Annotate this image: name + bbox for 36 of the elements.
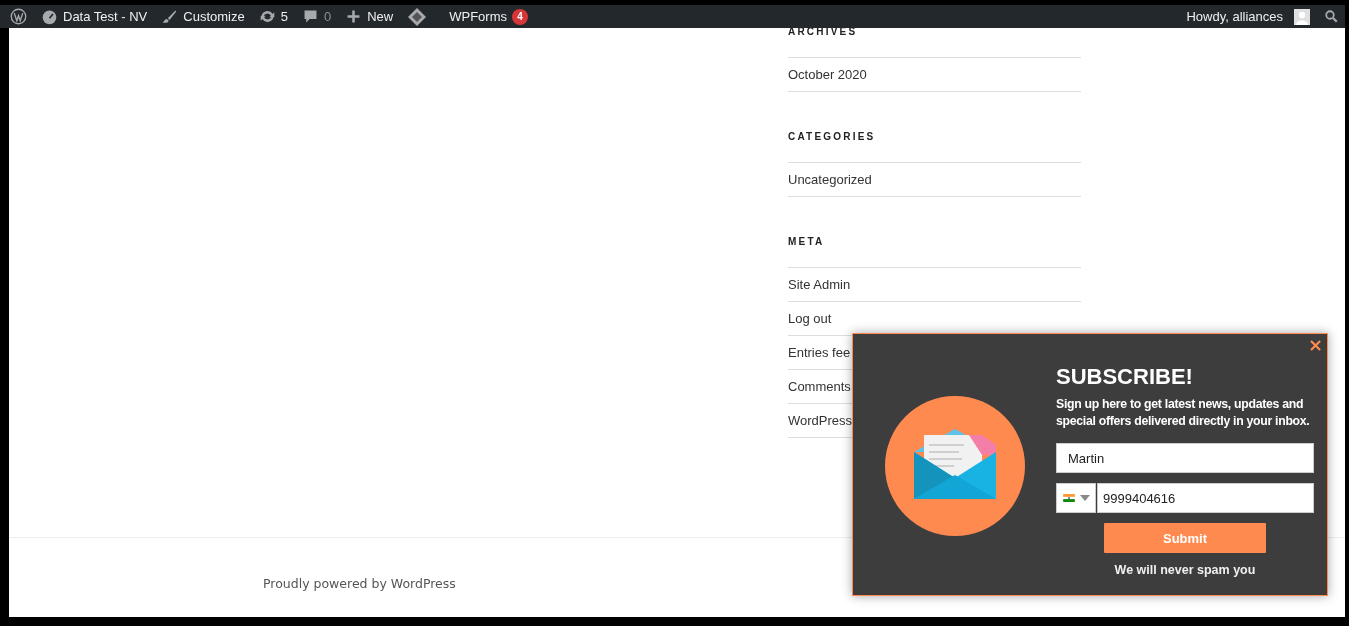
- phone-field[interactable]: 9999404616: [1097, 483, 1314, 513]
- widget-title: CATEGORIES: [788, 130, 877, 144]
- popup-title: SUBSCRIBE!: [1056, 364, 1194, 390]
- sidebar-link[interactable]: Comments: [788, 379, 851, 394]
- widget-title: META: [788, 235, 826, 249]
- sidebar-link[interactable]: October 2020: [788, 67, 867, 82]
- customize-link[interactable]: Customize: [161, 8, 245, 25]
- comment-count-link[interactable]: 0: [301, 8, 332, 25]
- popup-description: Sign up here to get latest news, updates and special offers delivered directly in your inbox.: [1056, 396, 1311, 430]
- count-badge: 4: [512, 8, 528, 25]
- wpforms-link[interactable]: WPForms 4: [449, 8, 528, 25]
- site-name-link[interactable]: Data Test - NV: [41, 8, 148, 25]
- sidebar-link[interactable]: Uncategorized: [788, 172, 872, 187]
- sidebar-link[interactable]: Log out: [788, 311, 832, 326]
- country-select[interactable]: [1056, 483, 1096, 513]
- sidebar-link[interactable]: WordPress: [788, 413, 853, 428]
- name-field[interactable]: Martin: [1056, 443, 1314, 473]
- close-button[interactable]: ×: [1307, 336, 1323, 354]
- search-icon[interactable]: [1324, 9, 1339, 24]
- diamond-icon[interactable]: [407, 6, 428, 27]
- caret-icon: [1079, 495, 1090, 501]
- envelope-illustration-icon: [883, 394, 1026, 537]
- account-link[interactable]: Howdy, alliances: [1186, 8, 1310, 25]
- footer-credit: Proudly powered by WordPress: [263, 576, 456, 591]
- wordpress-logo-icon[interactable]: [10, 8, 27, 25]
- flag-icon: [1062, 494, 1075, 502]
- dashboard-icon: [41, 8, 58, 25]
- spam-note: We will never spam you: [1114, 563, 1256, 577]
- new-link[interactable]: New: [345, 8, 394, 25]
- sidebar-link[interactable]: Site Admin: [788, 277, 851, 292]
- widget-title: ARCHIVES: [788, 28, 859, 39]
- brush-icon: [161, 8, 179, 25]
- updates-link[interactable]: 5: [258, 8, 288, 25]
- avatar-icon: [1294, 8, 1310, 25]
- refresh-icon: [258, 8, 276, 25]
- sidebar-link[interactable]: Entries fee: [788, 345, 851, 360]
